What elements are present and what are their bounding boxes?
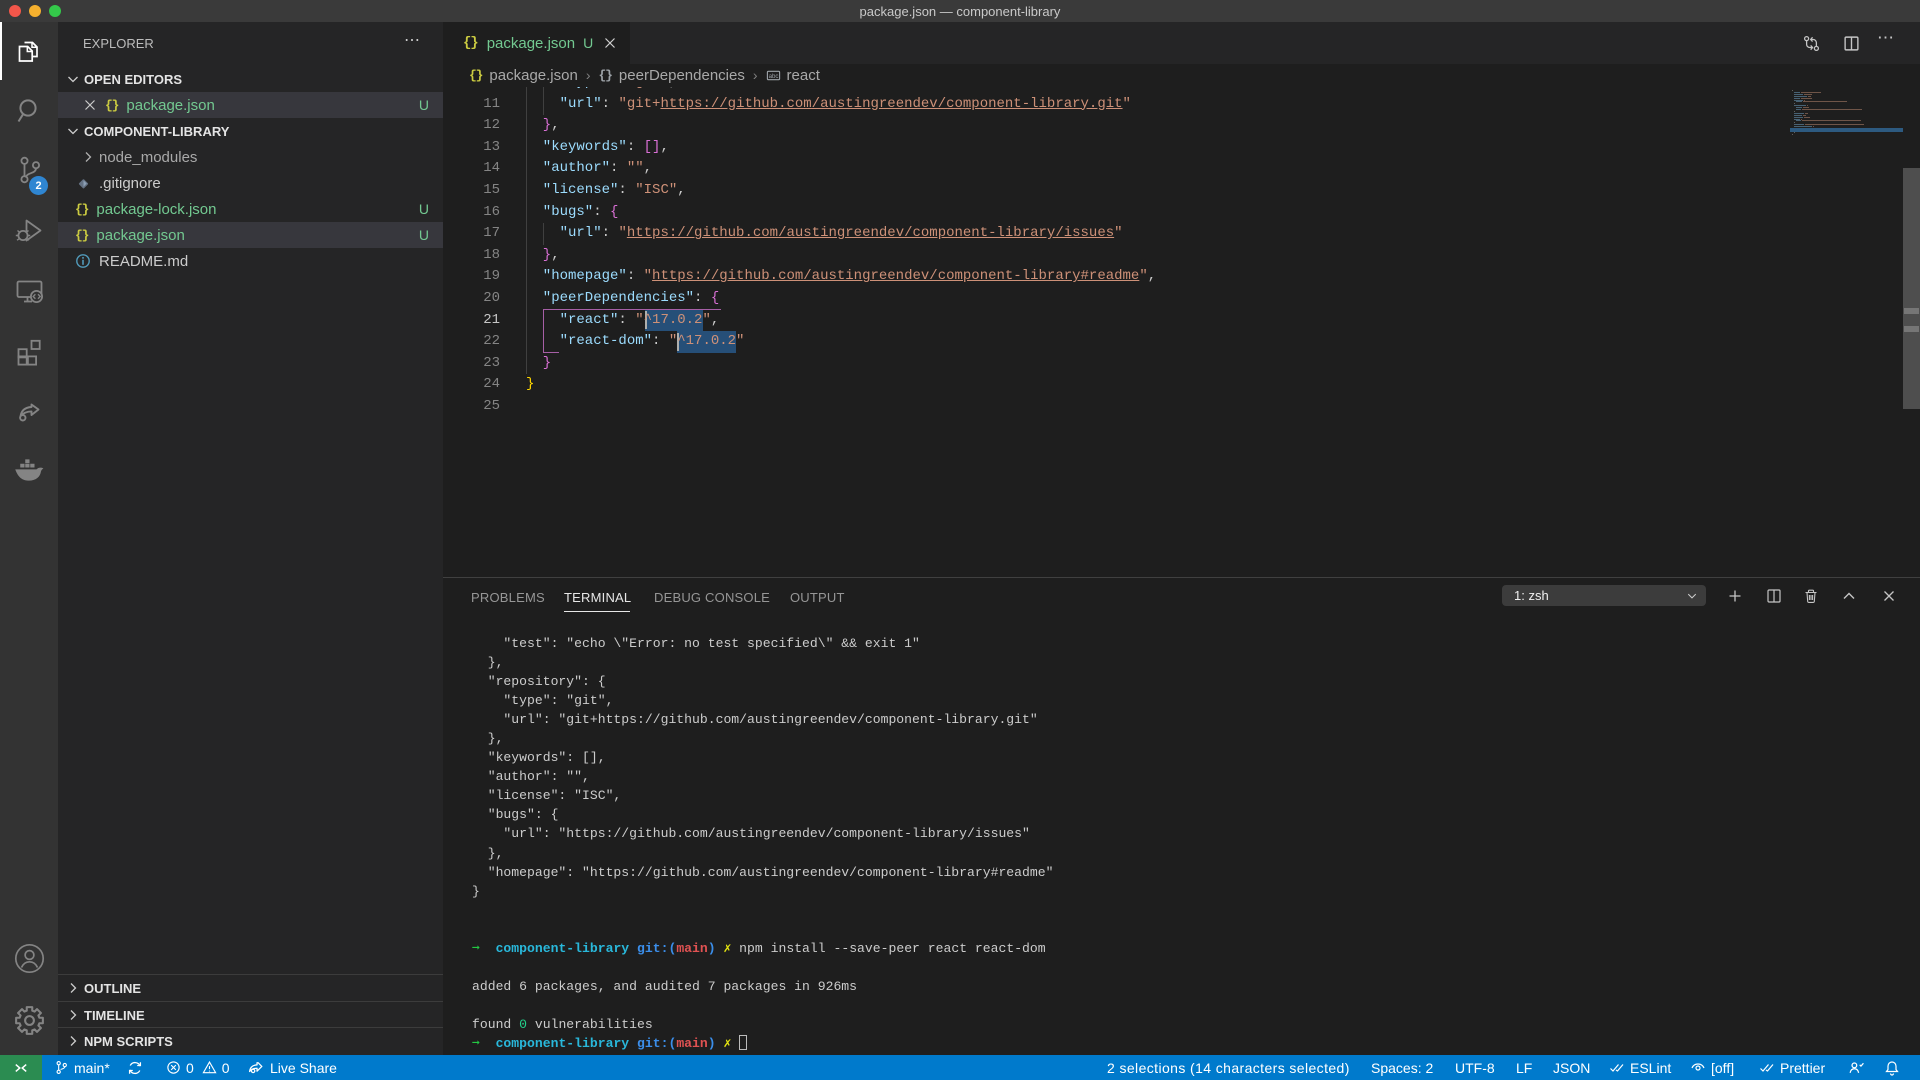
svg-text:abc: abc — [768, 72, 778, 79]
